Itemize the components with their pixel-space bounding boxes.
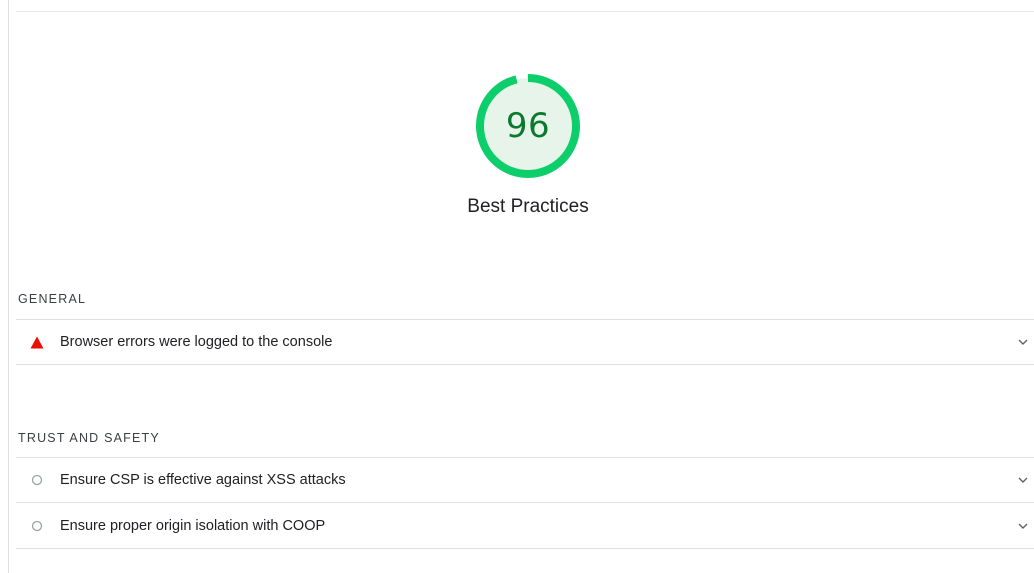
audit-row-csp-xss[interactable]: Ensure CSP is effective against XSS atta… [16,457,1034,503]
audit-label: Browser errors were logged to the consol… [60,334,333,350]
left-divider [8,0,9,573]
audit-row-errors-in-console[interactable]: Browser errors were logged to the consol… [16,319,1034,365]
hollow-circle-icon [30,473,44,487]
audit-label: Ensure CSP is effective against XSS atta… [60,472,346,488]
top-divider [16,11,1034,12]
hollow-circle-icon [30,519,44,533]
audit-label: Ensure proper origin isolation with COOP [60,517,326,534]
score-gauge[interactable]: 96 [475,73,581,179]
score-value: 96 [505,106,551,146]
chevron-down-icon[interactable] [1016,519,1030,533]
chevron-down-icon[interactable] [1016,335,1030,349]
audit-row-origin-isolation[interactable]: Ensure proper origin isolation with COOP [16,503,1034,549]
red-triangle-icon [30,335,44,349]
lighthouse-report: 96 Best Practices GENERAL Browser errors… [0,0,1034,573]
chevron-down-icon[interactable] [1016,473,1030,487]
section-heading-general: GENERAL [18,292,87,306]
section-heading-trust-and-safety: TRUST AND SAFETY [18,431,160,445]
category-title: Best Practices [467,196,589,217]
